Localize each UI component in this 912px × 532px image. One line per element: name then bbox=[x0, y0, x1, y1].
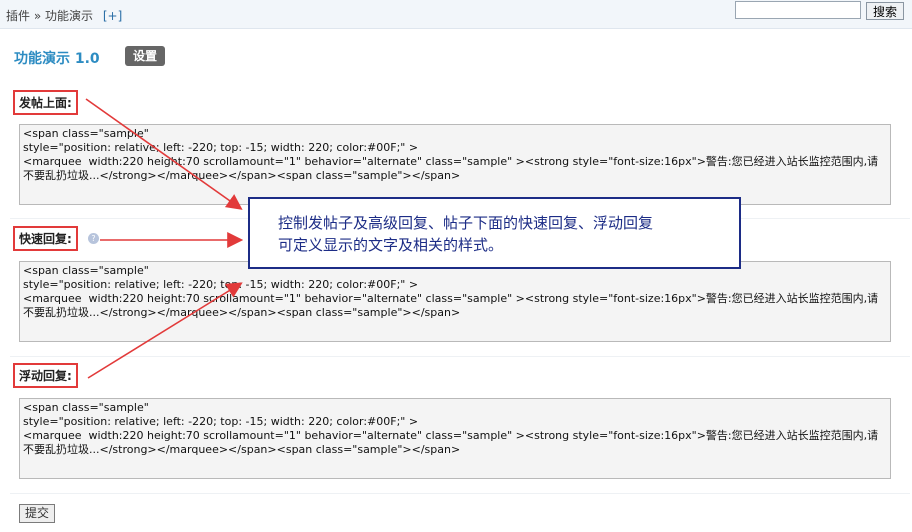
callout-line-1: 控制发帖子及高级回复、帖子下面的快速回复、浮动回复 bbox=[278, 214, 654, 232]
arrow-float-reply bbox=[87, 282, 243, 379]
callout-line-2: 可定义显示的文字及相关的样式。 bbox=[278, 236, 504, 254]
arrow-post-top bbox=[85, 98, 243, 210]
annotation-callout: 控制发帖子及高级回复、帖子下面的快速回复、浮动回复 可定义显示的文字及相关的样式… bbox=[248, 197, 741, 269]
submit-button[interactable]: 提交 bbox=[19, 504, 55, 523]
